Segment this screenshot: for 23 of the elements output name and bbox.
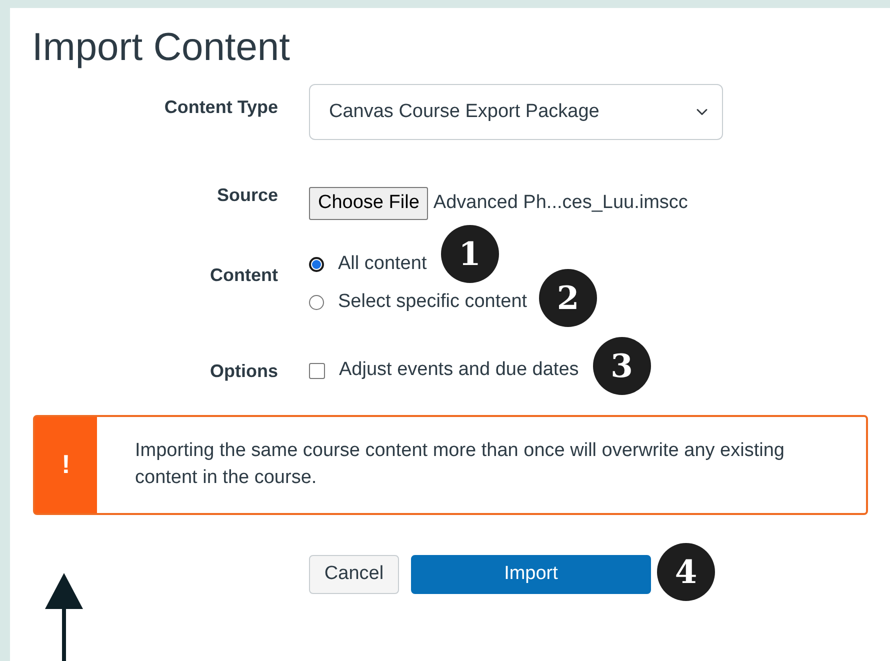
radio-button[interactable] [309, 295, 324, 310]
import-button[interactable]: Import [411, 555, 651, 594]
choose-file-button[interactable]: Choose File [309, 187, 428, 220]
callout-marker: 4 [657, 542, 715, 600]
field-label: Content [209, 264, 278, 286]
option-label[interactable]: Select specific content [338, 288, 528, 317]
option-label[interactable]: Adjust events and due dates [339, 356, 579, 385]
option-label[interactable]: All content [338, 250, 427, 279]
field-label: Options [209, 360, 278, 383]
arrow-icon [45, 573, 83, 661]
alert-message: Importing the same course content more than once will overwrite any existing content in the course. [134, 438, 786, 490]
field-label: Content Type [163, 96, 278, 119]
radio-button[interactable] [309, 257, 324, 272]
warning-icon: ! [35, 416, 97, 512]
callout-marker: 2 [539, 268, 598, 326]
file-name: Advanced Ph...ces_Luu.imscc [433, 191, 688, 215]
content-type-select[interactable]: Canvas Course Export Package [309, 84, 723, 140]
field-label: Source [216, 184, 278, 207]
checkbox[interactable] [309, 362, 325, 378]
cancel-button[interactable]: Cancel [309, 555, 399, 594]
callout-marker: 1 [440, 224, 499, 282]
callout-marker: 3 [592, 336, 651, 394]
page-title: Import Content [32, 28, 291, 67]
